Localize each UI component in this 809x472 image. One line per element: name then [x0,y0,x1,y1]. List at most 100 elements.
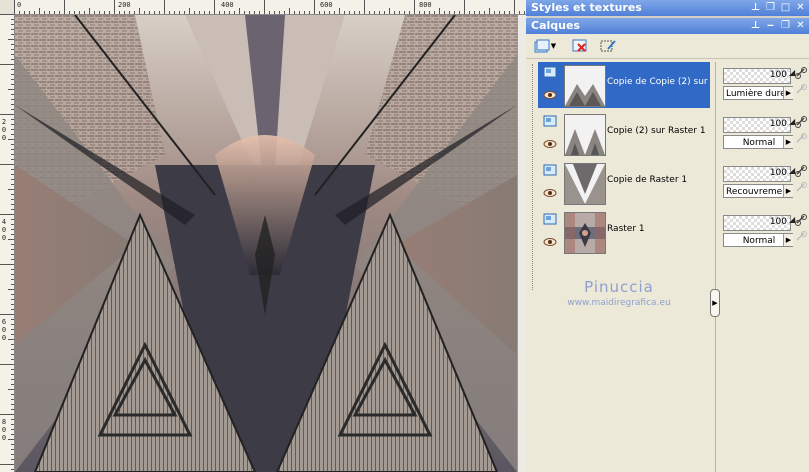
ruler-tick [289,8,290,14]
link-icon[interactable] [795,116,807,128]
opacity-slider[interactable]: 100 [723,68,791,84]
ruler-tick [174,11,175,14]
layer-thumbnail [564,163,606,205]
ruler-tick [8,239,14,240]
eye-icon[interactable] [543,237,557,247]
lock-icon[interactable] [795,133,807,145]
opacity-slider[interactable]: 100 [723,166,791,182]
ruler-tick [11,179,14,180]
link-icon[interactable] [795,67,807,79]
ruler-tick [189,8,190,14]
ruler-tick [109,11,110,14]
link-icon[interactable] [795,165,807,177]
eye-icon[interactable] [543,188,557,198]
layer-row[interactable]: Copie de Raster 1 [538,160,710,206]
ruler-tick [309,11,310,14]
ruler-tick [11,34,14,35]
layer-name: Copie (2) sur Raster 1 [607,126,706,136]
ruler-tick [119,11,120,14]
ruler-tick [269,11,270,14]
canvas-image[interactable] [15,15,517,472]
ruler-tick [299,11,300,14]
ruler-tick [79,11,80,14]
edit-selection-icon [600,40,616,52]
ruler-tick [199,11,200,14]
pin-icon[interactable]: ⊥ [750,0,761,16]
chevron-right-icon[interactable]: ▶ [783,87,793,99]
ruler-tick [29,11,30,14]
chevron-right-icon[interactable]: ▶ [783,185,793,197]
close-icon[interactable]: ✕ [795,0,806,16]
ruler-tick [11,94,14,95]
ruler-tick [104,11,105,14]
layers-toolbar: ▼ [526,34,809,59]
lock-icon[interactable] [795,231,807,243]
eye-icon[interactable] [543,139,557,149]
layer-properties-row: 100 ◢ Recouvrement ▶ [722,164,809,212]
ruler-tick [344,11,345,14]
ruler-tick [11,404,14,405]
lock-icon[interactable] [795,182,807,194]
ruler-tick [449,11,450,14]
ruler-corner [0,0,15,15]
ruler-tick [11,284,14,285]
layer-row[interactable]: Raster 1 [538,209,710,255]
expand-panel-button[interactable]: ▶ [710,289,720,317]
ruler-tick [394,11,395,14]
minimize-icon[interactable]: ‒ [765,18,776,34]
chevron-right-icon[interactable]: ▶ [783,234,793,246]
layer-row[interactable]: Copie de Copie (2) sur R [538,62,710,108]
layer-row[interactable]: Copie (2) sur Raster 1 [538,111,710,157]
pin-icon[interactable]: ⊥ [750,18,761,34]
restore-icon[interactable]: ❐ [780,18,791,34]
ruler-tick [179,11,180,14]
ruler-tick [429,11,430,14]
ruler-tick [84,11,85,14]
ruler-label: 0 [1,434,7,442]
ruler-tick [59,11,60,14]
new-layer-button[interactable]: ▼ [530,37,560,55]
eye-icon[interactable] [543,90,557,100]
ruler-tick [474,11,475,14]
ruler-label: 200 [118,1,131,9]
link-icon[interactable] [795,214,807,226]
delete-layer-button[interactable] [570,37,590,55]
lock-icon[interactable] [795,84,807,96]
layer-name: Copie de Copie (2) sur R [607,77,709,87]
ruler-tick [11,434,14,435]
ruler-tick [8,289,14,290]
ruler-tick [499,11,500,14]
ruler-tick [294,11,295,14]
layers-palette-titlebar[interactable]: Calques ⊥ ‒ ❐ ✕ [526,18,809,34]
ruler-tick [469,11,470,14]
ruler-tick [11,209,14,210]
ruler-tick [44,11,45,14]
horizontal-ruler: 0 200 400 600 800 [14,0,526,15]
opacity-slider[interactable]: 100 [723,215,791,231]
edit-selection-button[interactable] [598,37,618,55]
ruler-tick [159,11,160,14]
ruler-tick [489,8,490,14]
ruler-tick [34,11,35,14]
maximize-icon[interactable]: □ [780,0,791,16]
ruler-tick [254,11,255,14]
ruler-tick [124,11,125,14]
ruler-tick [504,11,505,14]
opacity-slider[interactable]: 100 [723,117,791,133]
ruler-tick [329,11,330,14]
layers-palette: ▼ Copie de Copie (2) sur R Copie (2) sur… [526,34,809,472]
ruler-tick [11,204,14,205]
styles-palette-title: Styles et textures [531,1,642,14]
ruler-label: 0 [1,134,7,142]
restore-icon[interactable]: ❐ [765,0,776,16]
ruler-tick [11,344,14,345]
styles-palette-titlebar[interactable]: Styles et textures ⊥ ❐ □ ✕ [526,0,809,16]
chevron-right-icon[interactable]: ▶ [783,136,793,148]
ruler-tick [214,0,215,14]
ruler-tick [11,349,14,350]
ruler-tick [354,11,355,14]
close-icon[interactable]: ✕ [795,18,806,34]
ruler-tick [524,11,525,14]
opacity-value: 100 [769,217,787,227]
ruler-tick [139,8,140,14]
